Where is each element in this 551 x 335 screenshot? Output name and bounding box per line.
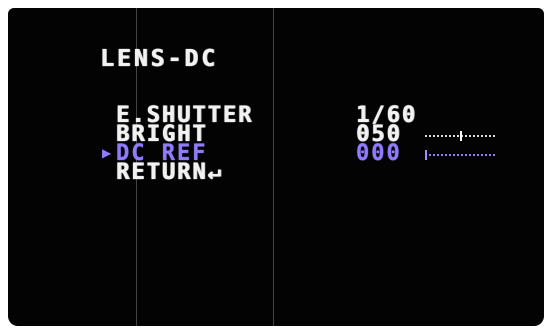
dc-ref-level-marker xyxy=(425,150,427,160)
menu-item-return[interactable]: RETURN↵ xyxy=(116,162,223,184)
triangle-right-icon: ▶ xyxy=(102,146,112,160)
dc-ref-level-gauge[interactable] xyxy=(425,150,497,160)
scanline-artifact xyxy=(273,8,274,326)
osd-menu-panel: LENS-DC E.SHUTTER 1/60 BRIGHT 050 ▶ DC R… xyxy=(8,8,544,326)
dc-ref-value: 000 xyxy=(356,141,402,166)
menu-title: LENS-DC xyxy=(100,46,218,72)
screen: LENS-DC E.SHUTTER 1/60 BRIGHT 050 ▶ DC R… xyxy=(0,0,551,335)
bright-level-marker xyxy=(460,131,462,141)
bright-level-gauge[interactable] xyxy=(425,131,497,141)
